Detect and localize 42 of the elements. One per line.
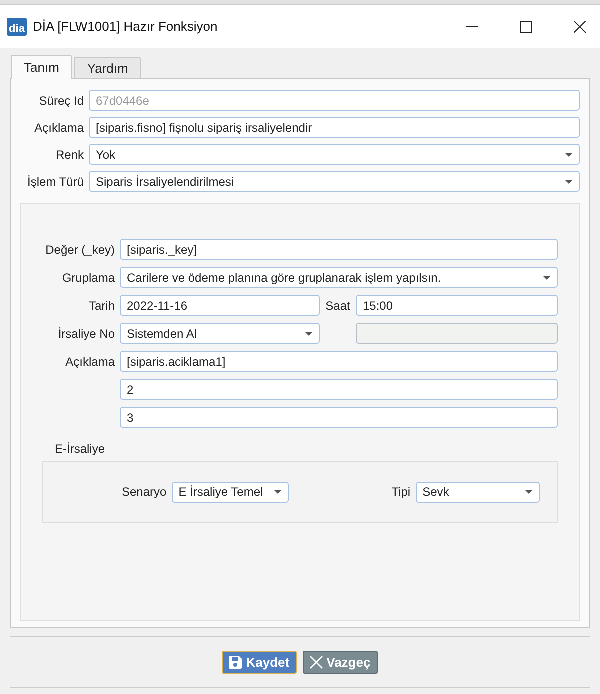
app-logo: dia [7,18,27,36]
field-label: Senaryo [122,485,167,499]
window-title: DİA [FLW1001] Hazır Fonksiyon [33,19,218,34]
tab[interactable]: Yardım [74,57,142,78]
input-field[interactable]: 15:00 [356,295,558,316]
field-label: Süreç Id [38,94,84,108]
dropdown[interactable]: Sistemden Al [120,323,320,344]
input-field[interactable] [356,323,558,344]
field-label: İrsaliye No [57,326,115,340]
field-label: Tipi [392,485,411,499]
section-title: E-İrsaliye [55,442,106,456]
field-label: Açıklama [64,354,115,368]
dropdown[interactable]: Siparis İrsaliyelendirilmesi [89,171,580,192]
caret-icon [565,152,573,156]
caret-icon [305,332,313,336]
input-field[interactable]: [siparis.fisno] fişnolu sipariş irsaliyelendir [89,117,580,138]
caret-icon [524,490,533,494]
caret-icon [565,180,573,184]
input-field[interactable]: 2 [120,379,558,400]
caret-icon [543,276,551,280]
input-field[interactable]: 3 [120,407,558,428]
field-label: İşlem Türü [26,174,84,188]
field-label: Tarih [88,298,115,312]
input-field[interactable]: 2022-11-16 [120,295,320,316]
field-label: Renk [54,148,84,162]
cancel-button[interactable]: Vazgeç [302,650,378,674]
save-button[interactable]: Kaydet [222,650,297,674]
close-icon[interactable] [574,20,586,32]
field-label: Açıklama [34,120,84,134]
caret-icon [274,490,282,494]
input-field[interactable]: [siparis._key] [120,239,558,260]
field-label: Değer (_key) [44,242,115,256]
close-icon [310,656,323,668]
dropdown[interactable]: Sevk [416,482,540,502]
tab[interactable]: Tanım [11,55,72,79]
dropdown[interactable]: E İrsaliye Temel [172,482,289,502]
field-label: Saat [324,298,352,312]
dropdown[interactable]: Yok [89,144,580,165]
maximize-icon[interactable] [520,20,532,32]
input-field[interactable]: [siparis.aciklama1] [120,351,558,372]
dropdown[interactable]: Carilere ve ödeme planına göre gruplanarak işlem yapılsın. [120,267,558,288]
field-label: Gruplama [61,270,115,284]
